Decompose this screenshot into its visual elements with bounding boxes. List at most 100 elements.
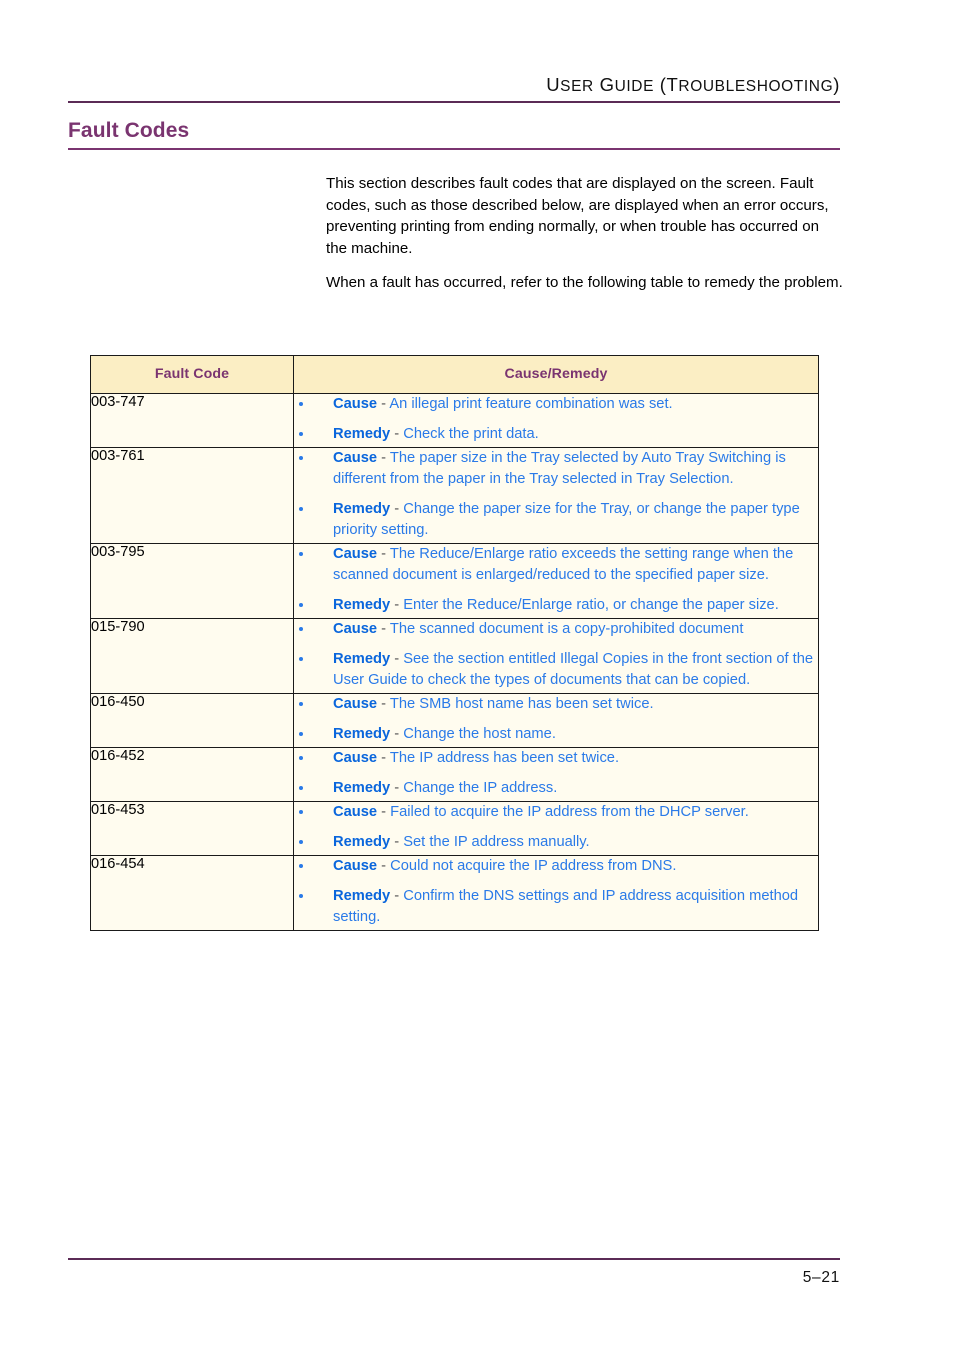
cause-remedy-cell: Cause - The paper size in the Tray selec… bbox=[293, 447, 819, 544]
cause-remedy-text: The scanned document is a copy-prohibite… bbox=[389, 621, 744, 637]
page-title: Fault Codes bbox=[68, 119, 190, 142]
title-rule bbox=[68, 148, 840, 150]
cause-remedy-label: Cause bbox=[333, 621, 378, 637]
running-header-text-2: SER bbox=[560, 78, 594, 95]
bullet-icon bbox=[299, 732, 304, 737]
cause-remedy-text: See the section entitled Illegal Copies … bbox=[333, 651, 814, 688]
cause-remedy-cell: Cause - The SMB host name has been set t… bbox=[293, 693, 819, 748]
cause-remedy-separator: - bbox=[377, 621, 390, 637]
cause-remedy-label: Cause bbox=[333, 858, 378, 874]
table-header-row: Fault Code Cause/Remedy bbox=[90, 355, 819, 394]
intro-text-block: This section describes fault codes that … bbox=[326, 173, 844, 307]
cause-remedy-item: Cause - An illegal print feature combina… bbox=[294, 394, 818, 415]
cause-remedy-cell: Cause - The IP address has been set twic… bbox=[293, 747, 819, 802]
bullet-icon bbox=[299, 402, 304, 407]
cause-remedy-label: Cause bbox=[333, 804, 378, 820]
running-header-text-1: U bbox=[546, 74, 561, 95]
cause-remedy-label: Remedy bbox=[333, 597, 391, 613]
cause-remedy-separator: - bbox=[377, 396, 390, 412]
intro-paragraph-1: This section describes fault codes that … bbox=[326, 175, 829, 257]
fault-code-cell: 003-747 bbox=[90, 393, 294, 448]
fault-code-cell: 016-450 bbox=[90, 693, 294, 748]
cause-remedy-item: Remedy - Confirm the DNS settings and IP… bbox=[294, 886, 818, 928]
bullet-icon bbox=[299, 552, 304, 557]
cause-remedy-cell: Cause - The Reduce/Enlarge ratio exceeds… bbox=[293, 543, 819, 619]
running-header-text-3: G bbox=[593, 74, 615, 95]
cause-remedy-separator: - bbox=[377, 858, 391, 874]
cause-remedy-separator: - bbox=[377, 546, 390, 562]
cause-remedy-cell: Cause - Could not acquire the IP address… bbox=[293, 855, 819, 931]
running-header-text-6: ROUBLESHOOTING bbox=[678, 78, 834, 95]
cause-remedy-text: Change the IP address. bbox=[403, 780, 558, 796]
cause-remedy-text: Change the host name. bbox=[403, 726, 556, 742]
cause-remedy-label: Cause bbox=[333, 750, 378, 766]
header-rule bbox=[68, 101, 840, 103]
cause-remedy-label: Remedy bbox=[333, 780, 391, 796]
cause-remedy-text: The Reduce/Enlarge ratio exceeds the set… bbox=[333, 546, 794, 583]
cause-remedy-text: Change the paper size for the Tray, or c… bbox=[333, 501, 800, 538]
cause-remedy-text: An illegal print feature combination was… bbox=[389, 396, 673, 412]
cause-remedy-label: Remedy bbox=[333, 834, 391, 850]
table-row: 015-790 Cause - The scanned document is a… bbox=[90, 618, 819, 694]
running-header-text-4: UIDE bbox=[614, 78, 655, 95]
cause-remedy-item: Remedy - See the section entitled Illega… bbox=[294, 649, 818, 691]
cause-remedy-separator: - bbox=[377, 804, 391, 820]
cause-remedy-item: Cause - The scanned document is a copy-p… bbox=[294, 619, 818, 640]
cause-remedy-separator: - bbox=[377, 696, 390, 712]
cause-remedy-separator: - bbox=[390, 651, 404, 667]
cause-remedy-separator: - bbox=[390, 888, 404, 904]
bullet-icon bbox=[299, 810, 304, 815]
bullet-icon bbox=[299, 756, 304, 761]
fault-code-cell: 016-453 bbox=[90, 801, 294, 856]
table-row: 016-454 Cause - Could not acquire the IP … bbox=[90, 855, 819, 931]
cause-remedy-label: Cause bbox=[333, 696, 378, 712]
document-page: USER GUIDE (TROUBLESHOOTING) Fault Codes… bbox=[0, 0, 954, 1351]
bullet-icon bbox=[299, 702, 304, 707]
footer-rule bbox=[68, 1258, 840, 1260]
cause-remedy-cell: Cause - An illegal print feature combina… bbox=[293, 393, 819, 448]
table-row: 016-450 Cause - The SMB host name has bee… bbox=[90, 693, 819, 748]
bullet-icon bbox=[299, 840, 304, 845]
page-number: 5–21 bbox=[802, 1269, 840, 1286]
cause-remedy-item: Cause - Failed to acquire the IP address… bbox=[294, 802, 818, 823]
cause-remedy-item: Cause - The Reduce/Enlarge ratio exceeds… bbox=[294, 544, 818, 586]
cause-remedy-text: Check the print data. bbox=[403, 426, 539, 442]
table-body: 003-747 Cause - An illegal print feature … bbox=[90, 393, 819, 931]
cause-remedy-separator: - bbox=[390, 780, 404, 796]
column-header-cause-remedy: Cause/Remedy bbox=[293, 355, 819, 394]
cause-remedy-label: Cause bbox=[333, 396, 378, 412]
cause-remedy-text: The paper size in the Tray selected by A… bbox=[333, 450, 786, 487]
cause-remedy-separator: - bbox=[377, 450, 390, 466]
cause-remedy-separator: - bbox=[390, 726, 404, 742]
cause-remedy-item: Cause - The paper size in the Tray selec… bbox=[294, 448, 818, 490]
cause-remedy-item: Remedy - Check the print data. bbox=[294, 424, 818, 445]
cause-remedy-item: Remedy - Change the host name. bbox=[294, 724, 818, 745]
cause-remedy-item: Cause - Could not acquire the IP address… bbox=[294, 856, 818, 877]
fault-code-cell: 016-452 bbox=[90, 747, 294, 802]
cause-remedy-separator: - bbox=[390, 501, 404, 517]
cause-remedy-cell: Cause - The scanned document is a copy-p… bbox=[293, 618, 819, 694]
cause-remedy-text: Confirm the DNS settings and IP address … bbox=[333, 888, 799, 925]
table-row: 003-761 Cause - The paper size in the Tra… bbox=[90, 447, 819, 544]
cause-remedy-item: Remedy - Change the IP address. bbox=[294, 778, 818, 799]
cause-remedy-item: Remedy - Change the paper size for the T… bbox=[294, 499, 818, 541]
fault-code-cell: 015-790 bbox=[90, 618, 294, 694]
cause-remedy-item: Cause - The IP address has been set twic… bbox=[294, 748, 818, 769]
cause-remedy-label: Remedy bbox=[333, 501, 391, 517]
bullet-icon bbox=[299, 432, 304, 437]
cause-remedy-separator: - bbox=[390, 426, 404, 442]
fault-code-cell: 003-761 bbox=[90, 447, 294, 544]
table-row: 003-747 Cause - An illegal print feature … bbox=[90, 393, 819, 448]
fault-code-cell: 016-454 bbox=[90, 855, 294, 931]
bullet-icon bbox=[299, 627, 304, 632]
cause-remedy-item: Remedy - Enter the Reduce/Enlarge ratio,… bbox=[294, 595, 818, 616]
table-row: 016-453 Cause - Failed to acquire the IP … bbox=[90, 801, 819, 856]
bullet-icon bbox=[299, 507, 304, 512]
running-header-text-5: (T bbox=[654, 74, 679, 95]
cause-remedy-label: Remedy bbox=[333, 888, 391, 904]
running-header: USER GUIDE (TROUBLESHOOTING) bbox=[68, 74, 840, 96]
cause-remedy-item: Cause - The SMB host name has been set t… bbox=[294, 694, 818, 715]
cause-remedy-text: Could not acquire the IP address from DN… bbox=[390, 858, 677, 874]
fault-code-cell: 003-795 bbox=[90, 543, 294, 619]
bullet-icon bbox=[299, 894, 304, 899]
